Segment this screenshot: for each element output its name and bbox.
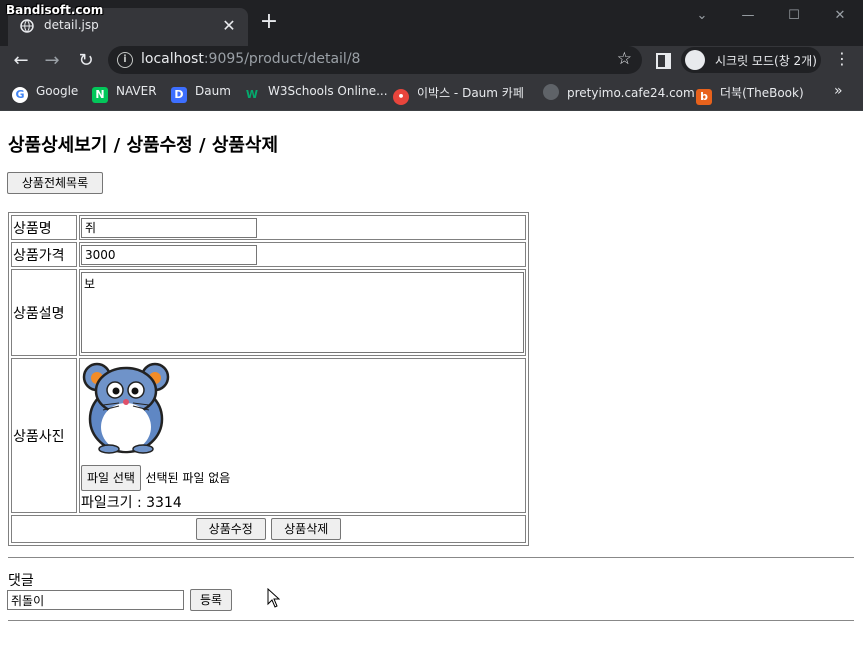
name-label: 상품명 — [11, 215, 77, 240]
product-image — [82, 362, 170, 454]
close-tab-icon[interactable]: ✕ — [218, 15, 240, 37]
description-cell: 보 — [79, 269, 526, 356]
name-cell — [79, 215, 526, 240]
file-row: 파일 선택 선택된 파일 없음 — [81, 465, 524, 491]
bookmark-daum[interactable]: D Daum — [171, 84, 231, 103]
update-product-button[interactable]: 상품수정 — [195, 518, 266, 540]
file-size-text: 파일크기 : 3314 — [81, 495, 182, 511]
url-path: :9095/product/detail/8 — [203, 51, 361, 67]
new-tab-icon[interactable]: + — [258, 11, 280, 33]
comment-input[interactable] — [7, 590, 184, 610]
incognito-icon — [685, 50, 705, 70]
comment-submit-button[interactable]: 등록 — [190, 589, 232, 611]
back-icon[interactable]: ← — [7, 47, 35, 75]
globe-icon — [20, 19, 34, 33]
bookmark-daum-cafe[interactable]: • 이박스 - Daum 카페 — [393, 84, 524, 105]
incognito-indicator[interactable]: 시크릿 모드(창 2개) — [681, 47, 821, 73]
delete-product-button[interactable]: 상품삭제 — [271, 518, 342, 540]
tab-title: detail.jsp — [44, 18, 99, 32]
watermark: Bandisoft.com — [6, 3, 104, 17]
chevron-down-icon[interactable]: ⌄ — [690, 6, 714, 26]
browser-toolbar: ← → ↻ i localhost:9095/product/detail/8 … — [0, 46, 863, 76]
product-detail-form: 상품명 상품가격 상품설명 보 상품사진 — [8, 212, 529, 546]
mouse-cursor-icon — [267, 588, 280, 608]
price-label: 상품가격 — [11, 242, 77, 267]
bookmark-label: 더북(TheBook) — [720, 86, 804, 100]
minimize-icon[interactable]: — — [736, 6, 760, 26]
url-host: localhost — [141, 51, 204, 67]
w3schools-icon: W — [245, 88, 259, 101]
more-bookmarks-icon[interactable]: » — [834, 83, 843, 99]
bookmark-naver[interactable]: N NAVER — [92, 84, 157, 103]
tab-strip: Bandisoft.com detail.jsp ✕ + ⌄ — ☐ ✕ — [0, 0, 863, 46]
comment-label: 댓글 — [8, 573, 34, 589]
maximize-icon[interactable]: ☐ — [782, 6, 806, 26]
naver-icon: N — [92, 87, 108, 103]
price-cell — [79, 242, 526, 267]
bookmark-thebook[interactable]: b 더북(TheBook) — [696, 84, 804, 105]
bookmark-label: Daum — [195, 84, 231, 98]
thebook-icon: b — [696, 89, 712, 105]
bookmark-label: pretyimo.cafe24.com — [567, 86, 695, 100]
file-select-button[interactable]: 파일 선택 — [81, 465, 141, 491]
divider-top — [8, 557, 854, 558]
price-input[interactable] — [81, 244, 257, 265]
bookmark-label: 이박스 - Daum 카페 — [417, 86, 524, 100]
star-icon[interactable]: ☆ — [617, 49, 632, 69]
bookmarks-bar: G Google N NAVER D Daum W W3Schools Online..… — [0, 76, 863, 111]
product-list-button[interactable]: 상품전체목록 — [7, 172, 103, 194]
description-label: 상품설명 — [11, 269, 77, 356]
side-panel-icon[interactable] — [656, 53, 671, 69]
forward-icon[interactable]: → — [38, 47, 66, 75]
file-status-text: 선택된 파일 없음 — [145, 471, 231, 485]
daum-cafe-icon: • — [393, 89, 409, 105]
page-content: 상품상세보기 / 상품수정 / 상품삭제 상품전체목록 상품명 상품가격 상품설… — [0, 111, 863, 646]
photo-cell: 파일 선택 선택된 파일 없음 파일크기 : 3314 — [79, 358, 526, 513]
description-textarea[interactable]: 보 — [81, 272, 524, 353]
bookmark-label: NAVER — [116, 84, 157, 98]
close-window-icon[interactable]: ✕ — [828, 6, 852, 26]
photo-label: 상품사진 — [11, 358, 77, 513]
reload-icon[interactable]: ↻ — [72, 47, 100, 75]
bookmark-label: W3Schools Online... — [268, 84, 388, 98]
page-title: 상품상세보기 / 상품수정 / 상품삭제 — [8, 135, 279, 156]
action-cell: 상품수정 상품삭제 — [11, 515, 526, 543]
address-bar[interactable]: i localhost:9095/product/detail/8 ☆ — [108, 46, 642, 74]
bookmark-label: Google — [36, 84, 79, 98]
incognito-label: 시크릿 모드(창 2개) — [715, 54, 817, 68]
menu-icon[interactable]: ⋮ — [832, 49, 852, 68]
divider-bottom — [8, 620, 854, 621]
name-input[interactable] — [81, 217, 257, 238]
bookmark-google[interactable]: G Google — [12, 84, 78, 103]
bookmark-pretyimo[interactable]: pretyimo.cafe24.com — [543, 84, 695, 100]
info-icon[interactable]: i — [117, 52, 133, 68]
globe-icon — [543, 84, 559, 100]
google-icon: G — [12, 87, 28, 103]
url-text[interactable]: localhost:9095/product/detail/8 — [141, 51, 360, 67]
daum-icon: D — [171, 87, 187, 103]
bookmark-w3schools[interactable]: W W3Schools Online... — [244, 84, 388, 103]
